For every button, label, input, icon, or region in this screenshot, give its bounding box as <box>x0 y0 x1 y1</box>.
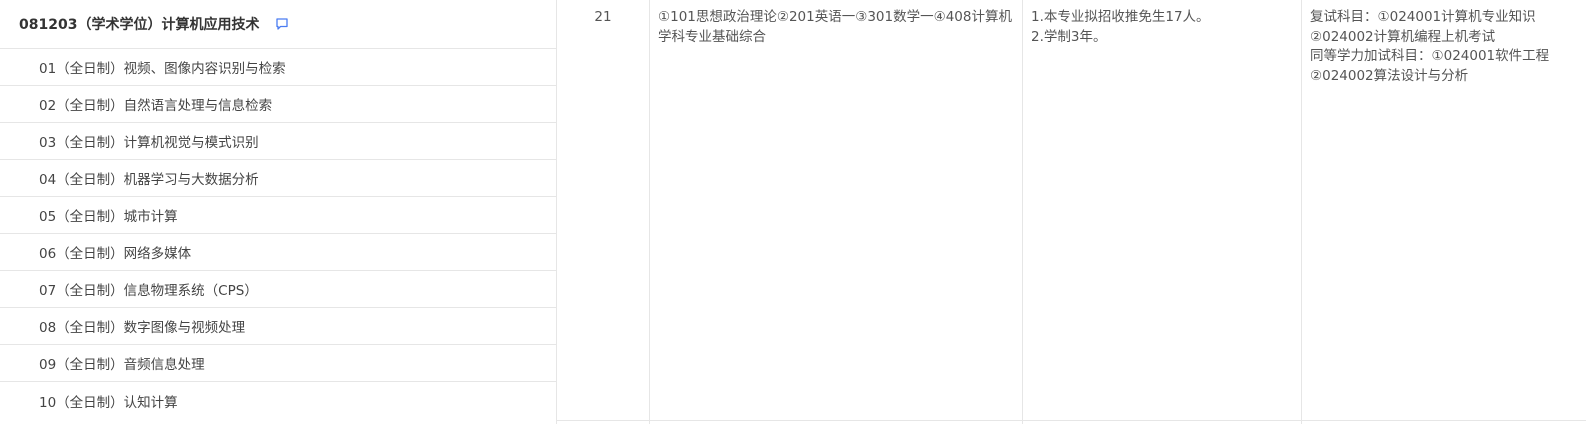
major-column: 081203（学术学位）计算机应用技术 01（全日制）视频、图像内容识别与检索 0… <box>0 0 557 424</box>
exam-subjects: ①101思想政治理论②201英语一③301数学一④408计算机学科专业基础综合 <box>650 0 1022 47</box>
direction-list: 01（全日制）视频、图像内容识别与检索 02（全日制）自然语言处理与信息检索 03（… <box>0 49 556 419</box>
direction-label: 07（全日制）信息物理系统（CPS） <box>39 283 258 299</box>
retest-line: 复试科目：①024001计算机专业知识 <box>1310 9 1536 25</box>
enrollment-quota: 21 <box>594 9 612 25</box>
note-line: 2.学制3年。 <box>1031 28 1107 45</box>
direction-label: 06（全日制）网络多媒体 <box>39 246 192 262</box>
direction-label: 08（全日制）数字图像与视频处理 <box>39 320 246 336</box>
retest-line: ②024002算法设计与分析 <box>1310 67 1469 84</box>
major-title: 081203（学术学位）计算机应用技术 <box>19 17 260 33</box>
direction-label: 10（全日制）认知计算 <box>39 394 178 411</box>
direction-label: 03（全日制）计算机视觉与模式识别 <box>39 135 259 151</box>
notes-column: 1.本专业拟招收推免生17人。 2.学制3年。 <box>1023 0 1302 424</box>
exam-subjects-column: ①101思想政治理论②201英语一③301数学一④408计算机学科专业基础综合 <box>650 0 1023 424</box>
retest-subjects: 复试科目：①024001计算机专业知识 ②024002计算机编程上机考试 同等学… <box>1302 0 1586 86</box>
direction-row: 10（全日制）认知计算 <box>0 382 556 419</box>
direction-row: 08（全日制）数字图像与视频处理 <box>0 308 556 345</box>
note-line: 1.本专业拟招收推免生17人。 <box>1031 9 1210 25</box>
catalog-table: 081203（学术学位）计算机应用技术 01（全日制）视频、图像内容识别与检索 0… <box>0 0 1586 424</box>
table-bottom-divider <box>557 420 1586 421</box>
quota-column: 21 <box>557 0 650 424</box>
notes: 1.本专业拟招收推免生17人。 2.学制3年。 <box>1023 0 1301 47</box>
retest-line: ②024002计算机编程上机考试 <box>1310 28 1496 45</box>
major-title-row: 081203（学术学位）计算机应用技术 <box>0 0 556 49</box>
direction-row: 03（全日制）计算机视觉与模式识别 <box>0 123 556 160</box>
direction-row: 01（全日制）视频、图像内容识别与检索 <box>0 49 556 86</box>
direction-label: 05（全日制）城市计算 <box>39 209 178 225</box>
direction-label: 01（全日制）视频、图像内容识别与检索 <box>39 61 286 77</box>
direction-row: 07（全日制）信息物理系统（CPS） <box>0 271 556 308</box>
retest-column: 复试科目：①024001计算机专业知识 ②024002计算机编程上机考试 同等学… <box>1302 0 1586 424</box>
direction-label: 02（全日制）自然语言处理与信息检索 <box>39 98 273 114</box>
direction-row: 05（全日制）城市计算 <box>0 197 556 234</box>
direction-row: 09（全日制）音频信息处理 <box>0 345 556 382</box>
retest-line: 同等学力加试科目：①024001软件工程 <box>1310 48 1550 64</box>
direction-label: 09（全日制）音频信息处理 <box>39 357 205 373</box>
direction-row: 04（全日制）机器学习与大数据分析 <box>0 160 556 197</box>
direction-label: 04（全日制）机器学习与大数据分析 <box>39 172 259 188</box>
comment-icon[interactable] <box>275 17 289 31</box>
direction-row: 06（全日制）网络多媒体 <box>0 234 556 271</box>
direction-row: 02（全日制）自然语言处理与信息检索 <box>0 86 556 123</box>
exam-subjects-text: ①101思想政治理论②201英语一③301数学一④408计算机学科专业基础综合 <box>658 9 1012 45</box>
